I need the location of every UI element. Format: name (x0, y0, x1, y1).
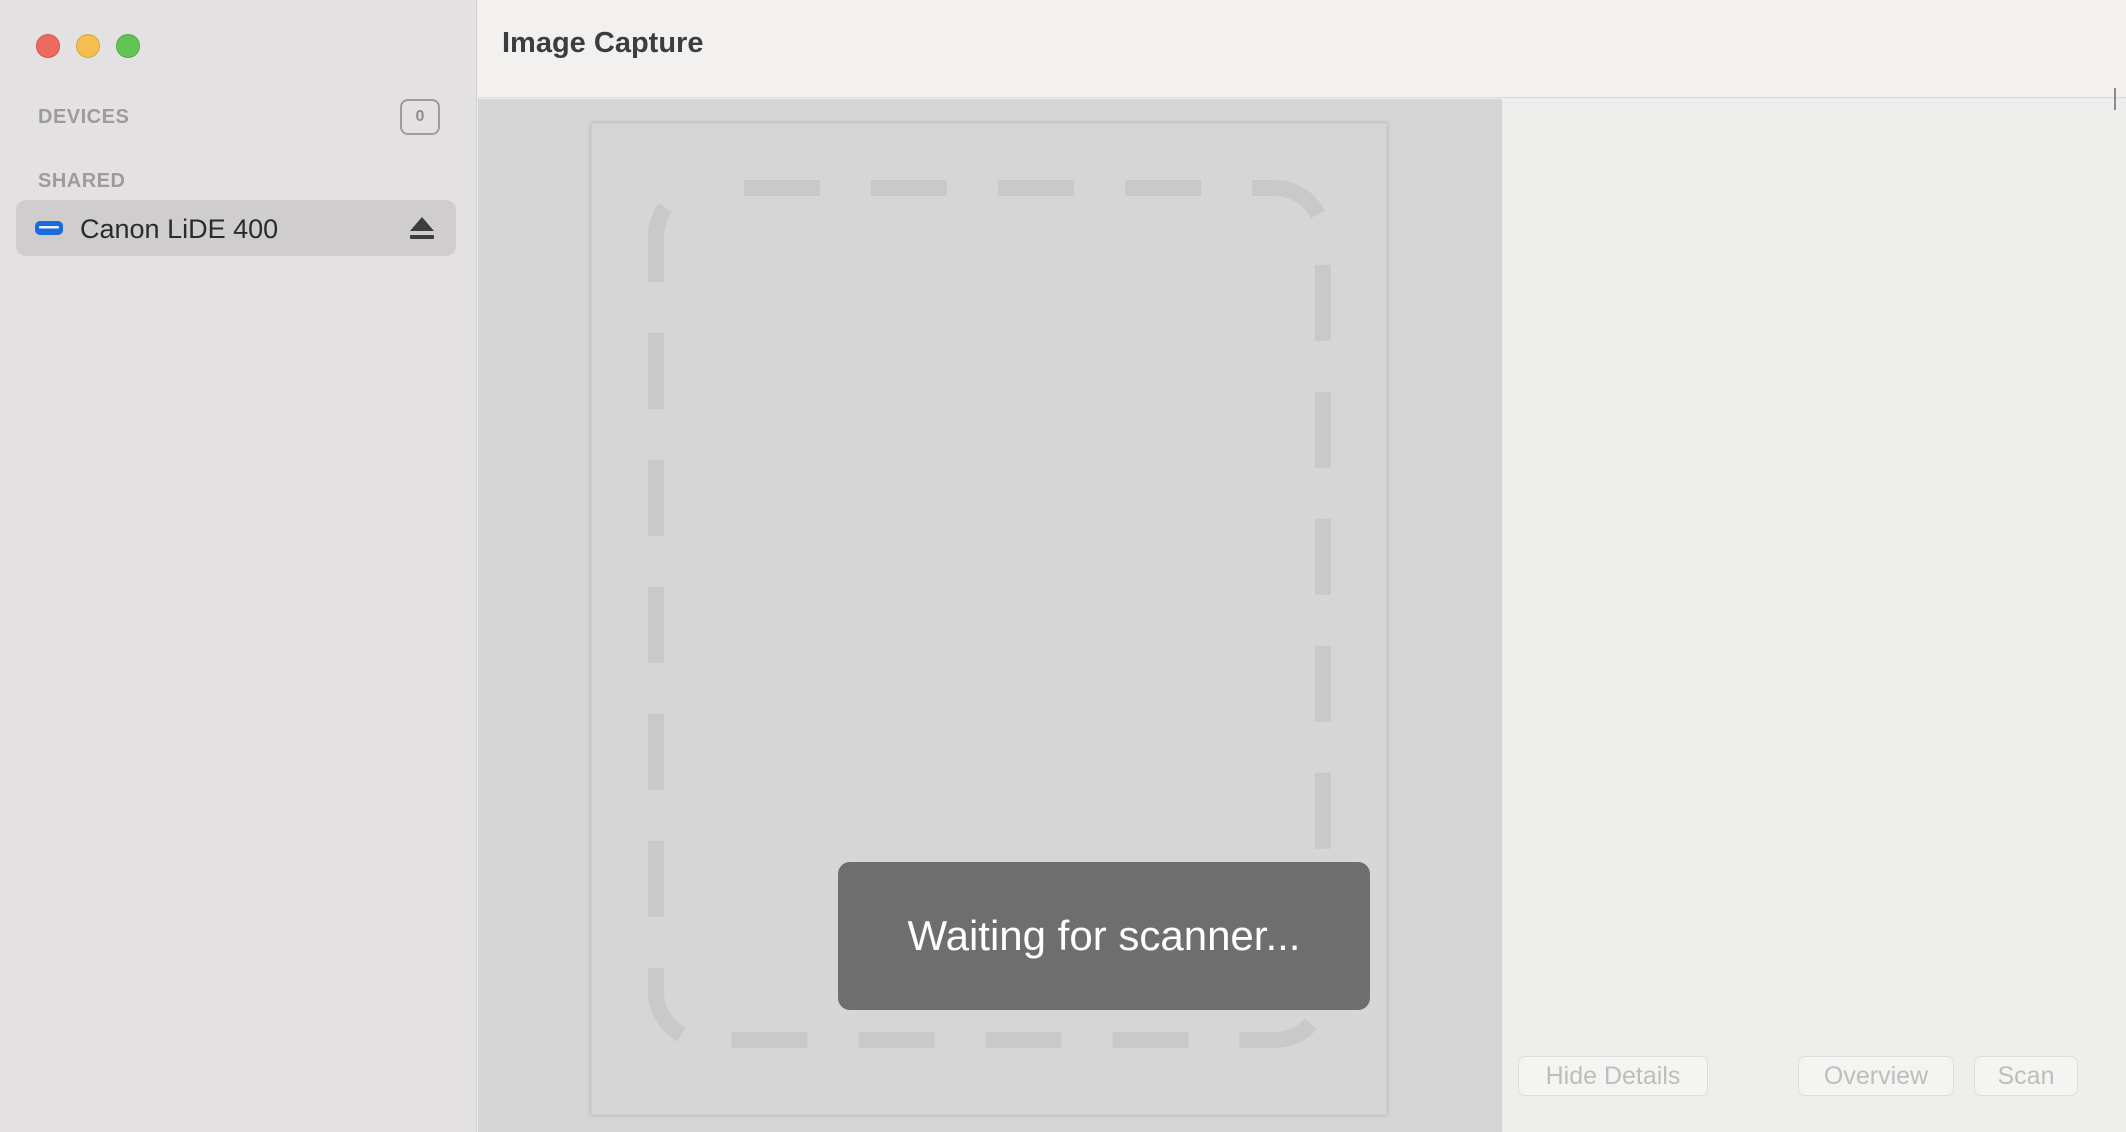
sidebar: DEVICES 0 SHARED Canon LiDE 400 (0, 0, 477, 1132)
image-capture-window: DEVICES 0 SHARED Canon LiDE 400 Image Ca… (0, 0, 2126, 1132)
minimize-window-button[interactable] (76, 34, 100, 58)
zoom-window-button[interactable] (116, 34, 140, 58)
waiting-status-box: Waiting for scanner... (838, 862, 1370, 1010)
close-window-button[interactable] (36, 34, 60, 58)
waiting-status-text: Waiting for scanner... (907, 912, 1301, 959)
scan-preview-area: Waiting for scanner... (478, 99, 1502, 1132)
sidebar-item-canon-lide-400[interactable]: Canon LiDE 400 (16, 200, 456, 256)
eject-icon[interactable] (408, 214, 436, 242)
devices-count-badge: 0 (400, 99, 440, 135)
window-title: Image Capture (502, 27, 704, 59)
scan-button[interactable]: Scan (1974, 1056, 2078, 1096)
title-bar: Image Capture (478, 0, 2126, 98)
sidebar-item-label: Canon LiDE 400 (80, 214, 279, 244)
scanner-icon (35, 221, 63, 235)
details-pane: Hide Details Overview Scan (1502, 99, 2126, 1132)
hide-details-button[interactable]: Hide Details (1518, 1056, 1708, 1096)
shared-section-label: SHARED (38, 170, 126, 192)
scan-page-preview: Waiting for scanner... (591, 123, 1387, 1115)
devices-section-label: DEVICES (38, 106, 130, 128)
window-edge-divider (2114, 88, 2116, 110)
overview-button[interactable]: Overview (1798, 1056, 1954, 1096)
